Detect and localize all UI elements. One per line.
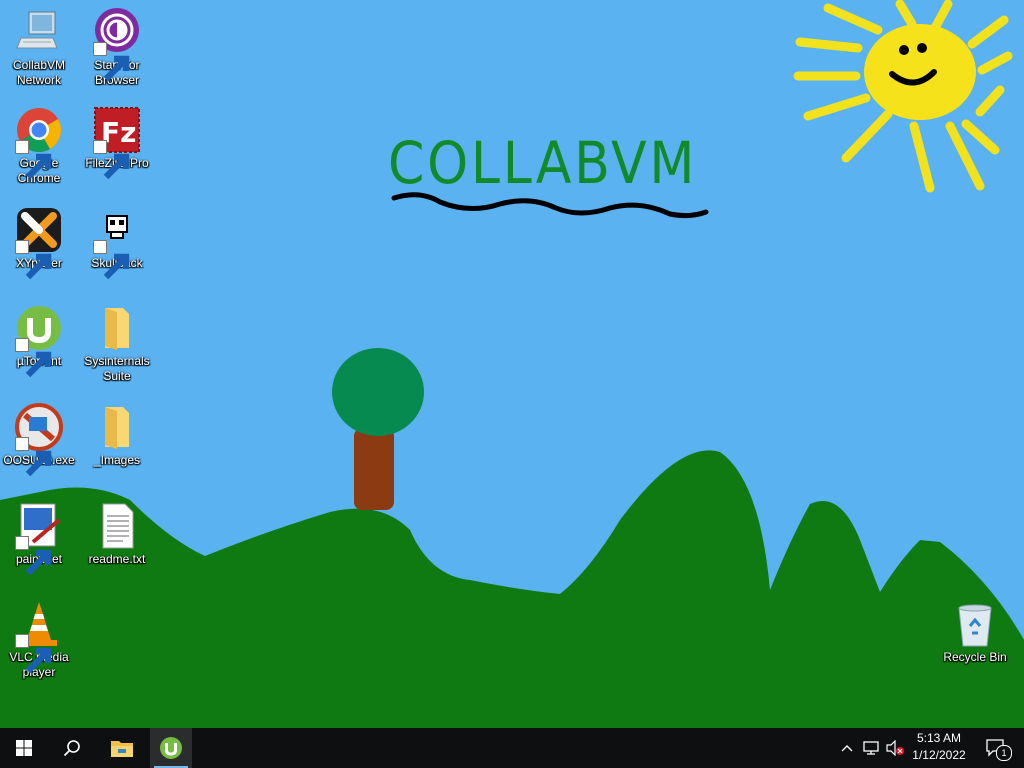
desktop-icon-utorrent[interactable]: µTorrent: [0, 304, 78, 378]
show-hidden-icons-button[interactable]: [836, 728, 858, 768]
shortcut-arrow-icon: [15, 338, 52, 378]
icon-label: _Images: [93, 453, 141, 467]
desktop-icon-images[interactable]: _Images: [78, 403, 156, 468]
utorrent-icon: [160, 737, 182, 759]
shortcut-arrow-icon: [15, 437, 52, 477]
network-computer-icon: [15, 8, 63, 56]
clock[interactable]: 5:13 AM 1/12/2022: [904, 730, 974, 766]
chrome-icon: [15, 106, 63, 180]
clock-date: 1/12/2022: [912, 748, 966, 762]
clock-time: 5:13 AM: [916, 731, 962, 745]
sun: [864, 24, 976, 120]
search-icon: [63, 740, 80, 757]
folder-icon: [93, 304, 141, 352]
filezilla-icon: Fz: [93, 106, 141, 180]
notification-count-badge: 1: [996, 745, 1012, 761]
taskbar: 5:13 AM 1/12/2022 1: [0, 728, 1024, 768]
shortcut-arrow-icon: [15, 140, 52, 180]
tree-trunk: [354, 428, 394, 510]
desktop-icon-oosu10[interactable]: OOSU10.exe: [0, 403, 78, 477]
vlc-icon: [15, 600, 63, 674]
desktop-icon-tor-browser[interactable]: Start Tor Browser: [78, 8, 156, 88]
icon-label: Sysinternals Suite: [84, 354, 150, 383]
volume-muted-icon: [886, 740, 904, 756]
desktop-icon-collabvm-network[interactable]: CollabVM Network: [0, 8, 78, 88]
action-center-button[interactable]: 1: [978, 728, 1014, 768]
desktop-icon-skullback[interactable]: Skullback: [78, 206, 156, 280]
network-icon: [863, 741, 879, 755]
shortcut-arrow-icon: [15, 240, 52, 280]
shortcut-arrow-icon: [93, 240, 130, 280]
volume-button[interactable]: [884, 728, 906, 768]
tree-crown: [332, 348, 424, 436]
desktop-icon-paint-net[interactable]: paint.net: [0, 502, 78, 576]
start-icon: [16, 740, 32, 756]
paintnet-icon: [15, 502, 63, 576]
recycle-bin-icon: [951, 600, 999, 648]
skull-icon: [93, 206, 141, 280]
shortcut-arrow-icon: [93, 42, 130, 82]
desktop-icon-xyplorer[interactable]: XYplorer: [0, 206, 78, 280]
oosu-icon: [15, 403, 63, 477]
icon-label: CollabVM Network: [12, 58, 66, 87]
icon-label: Recycle Bin: [943, 650, 1007, 664]
desktop-icon-recycle-bin[interactable]: Recycle Bin: [936, 600, 1014, 665]
desktop-icon-vlc[interactable]: VLC media player: [0, 600, 78, 680]
desktop-icon-filezilla-pro[interactable]: Fz FileZilla Pro: [78, 106, 156, 180]
search-button[interactable]: [48, 728, 96, 768]
file-explorer-icon: [111, 741, 133, 757]
tor-browser-icon: [93, 8, 141, 82]
file-explorer-button[interactable]: [98, 728, 146, 768]
desktop-icon-sysinternals-suite[interactable]: Sysinternals Suite: [78, 304, 156, 384]
shortcut-arrow-icon: [93, 140, 130, 180]
desktop-icon-google-chrome[interactable]: Google Chrome: [0, 106, 78, 186]
utorrent-icon: [15, 304, 63, 378]
desktop[interactable]: COLLABVM CollabVM Network Start Tor Brow…: [0, 0, 1024, 728]
shortcut-arrow-icon: [15, 536, 52, 576]
shortcut-arrow-icon: [15, 634, 52, 674]
desktop-icon-readme-txt[interactable]: readme.txt: [78, 502, 156, 567]
start-button[interactable]: [0, 728, 48, 768]
folder-icon: [93, 403, 141, 451]
icon-label: readme.txt: [88, 552, 146, 566]
utorrent-taskbar-button[interactable]: [150, 728, 192, 768]
wallpaper-title: COLLABVM: [388, 129, 698, 197]
xyplorer-icon: [15, 206, 63, 280]
network-status-button[interactable]: [860, 728, 882, 768]
text-file-icon: [93, 502, 141, 550]
chevron-up-icon: [841, 745, 853, 752]
